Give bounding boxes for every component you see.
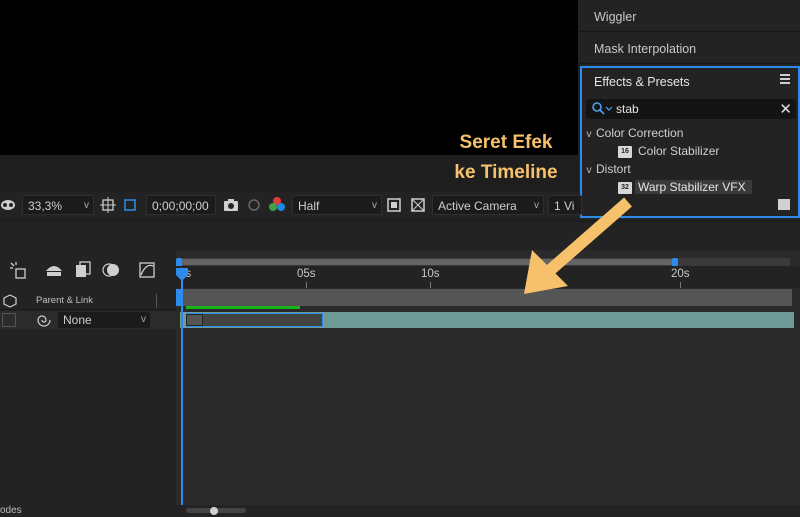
chevron-down-icon: v [141, 314, 146, 325]
effects-panel-title: Effects & Presets [594, 75, 690, 89]
parent-link-header: Parent & Link [36, 295, 94, 306]
ruler-tick [680, 282, 681, 288]
timecode-value: 0;00;00;00 [152, 199, 209, 213]
zoom-value: 33,3% [28, 199, 63, 213]
annotation-arrow-icon [524, 197, 632, 294]
frame-blending-icon[interactable] [74, 261, 92, 279]
camera-icon[interactable] [222, 197, 240, 217]
bottom-label: odes [0, 505, 22, 516]
playhead-handle-icon[interactable] [176, 268, 188, 282]
effect-16bit-icon: 16 [618, 145, 632, 158]
parent-value: None [63, 313, 92, 327]
parent-select[interactable]: None v [58, 312, 150, 328]
pick-whip-icon[interactable] [36, 313, 52, 327]
playhead-line[interactable] [181, 268, 183, 517]
draft-3d-icon[interactable] [8, 260, 28, 280]
effect-item-color-stabilizer[interactable]: 16 Color Stabilizer [582, 142, 798, 160]
3d-layer-icon [3, 294, 17, 308]
column-divider [156, 294, 157, 308]
panel-tab-wiggler[interactable]: Wiggler [580, 2, 800, 32]
layer-row-controls[interactable]: None v [0, 311, 176, 329]
transparency-grid-icon[interactable] [410, 197, 426, 217]
selected-layer-bar[interactable] [186, 313, 323, 327]
panel-tab-mask-interpolation[interactable]: Mask Interpolation [580, 34, 800, 64]
effect-label: Color Stabilizer [638, 144, 720, 158]
zoom-select[interactable]: 33,3% v [22, 195, 94, 215]
zoom-slider-thumb[interactable] [210, 507, 218, 515]
ruler-label: 20s [671, 268, 690, 280]
region-of-interest-icon[interactable] [122, 197, 138, 217]
chevron-down-icon: v [84, 200, 89, 211]
category-distort[interactable]: v Distort [582, 160, 798, 178]
timecode-field[interactable]: 0;00;00;00 [146, 195, 216, 215]
composition-bar [180, 289, 792, 306]
hamburger-menu-icon[interactable] [780, 74, 790, 84]
grid-guide-icon[interactable] [100, 197, 116, 217]
annotation-text: Seret Efek ke Timeline [442, 128, 570, 188]
fast-preview-icon[interactable] [386, 197, 402, 217]
shy-layers-icon[interactable] [44, 261, 64, 279]
annotation-line-2: ke Timeline [454, 162, 558, 183]
layer-columns-header: Parent & Link [0, 292, 176, 310]
timeline-switches-toolbar [0, 258, 176, 284]
effects-search-box[interactable]: ✕ [586, 99, 796, 119]
render-cache-bar [186, 306, 300, 309]
show-snapshot-icon[interactable] [246, 197, 262, 217]
ruler-tick [306, 282, 307, 288]
ruler-tick [430, 282, 431, 288]
search-icon [592, 102, 613, 115]
annotation-line-1: Seret Efek [459, 132, 553, 153]
new-folder-icon[interactable] [778, 199, 790, 210]
channel-rgb-icon[interactable] [268, 196, 286, 216]
timeline-bottom-bar: odes [0, 505, 800, 517]
time-ruler[interactable]: 0s 05s 10s 20s [176, 266, 800, 288]
category-label: Distort [596, 162, 631, 176]
graph-editor-icon[interactable] [138, 261, 156, 279]
resolution-select[interactable]: Half v [292, 195, 382, 215]
category-color-correction[interactable]: v Color Correction [582, 124, 798, 142]
layer-checkbox[interactable] [2, 313, 16, 327]
effects-search-input[interactable] [616, 101, 766, 117]
layer-bar-segment [186, 314, 203, 326]
viewer-toolbar: 33,3% v 0;00;00;00 Half v Active Camera v 1… [0, 192, 582, 218]
resolution-value: Half [298, 199, 320, 213]
ruler-label: 05s [297, 268, 316, 280]
ruler-label: 10s [421, 268, 440, 280]
mask-visibility-icon[interactable] [0, 198, 16, 218]
close-icon[interactable]: ✕ [779, 100, 792, 118]
category-label: Color Correction [596, 126, 684, 140]
effect-label: Warp Stabilizer VFX [635, 180, 752, 194]
motion-blur-icon[interactable] [102, 261, 120, 279]
camera-view-value: Active Camera [438, 199, 517, 213]
chevron-down-icon: v [372, 200, 377, 211]
